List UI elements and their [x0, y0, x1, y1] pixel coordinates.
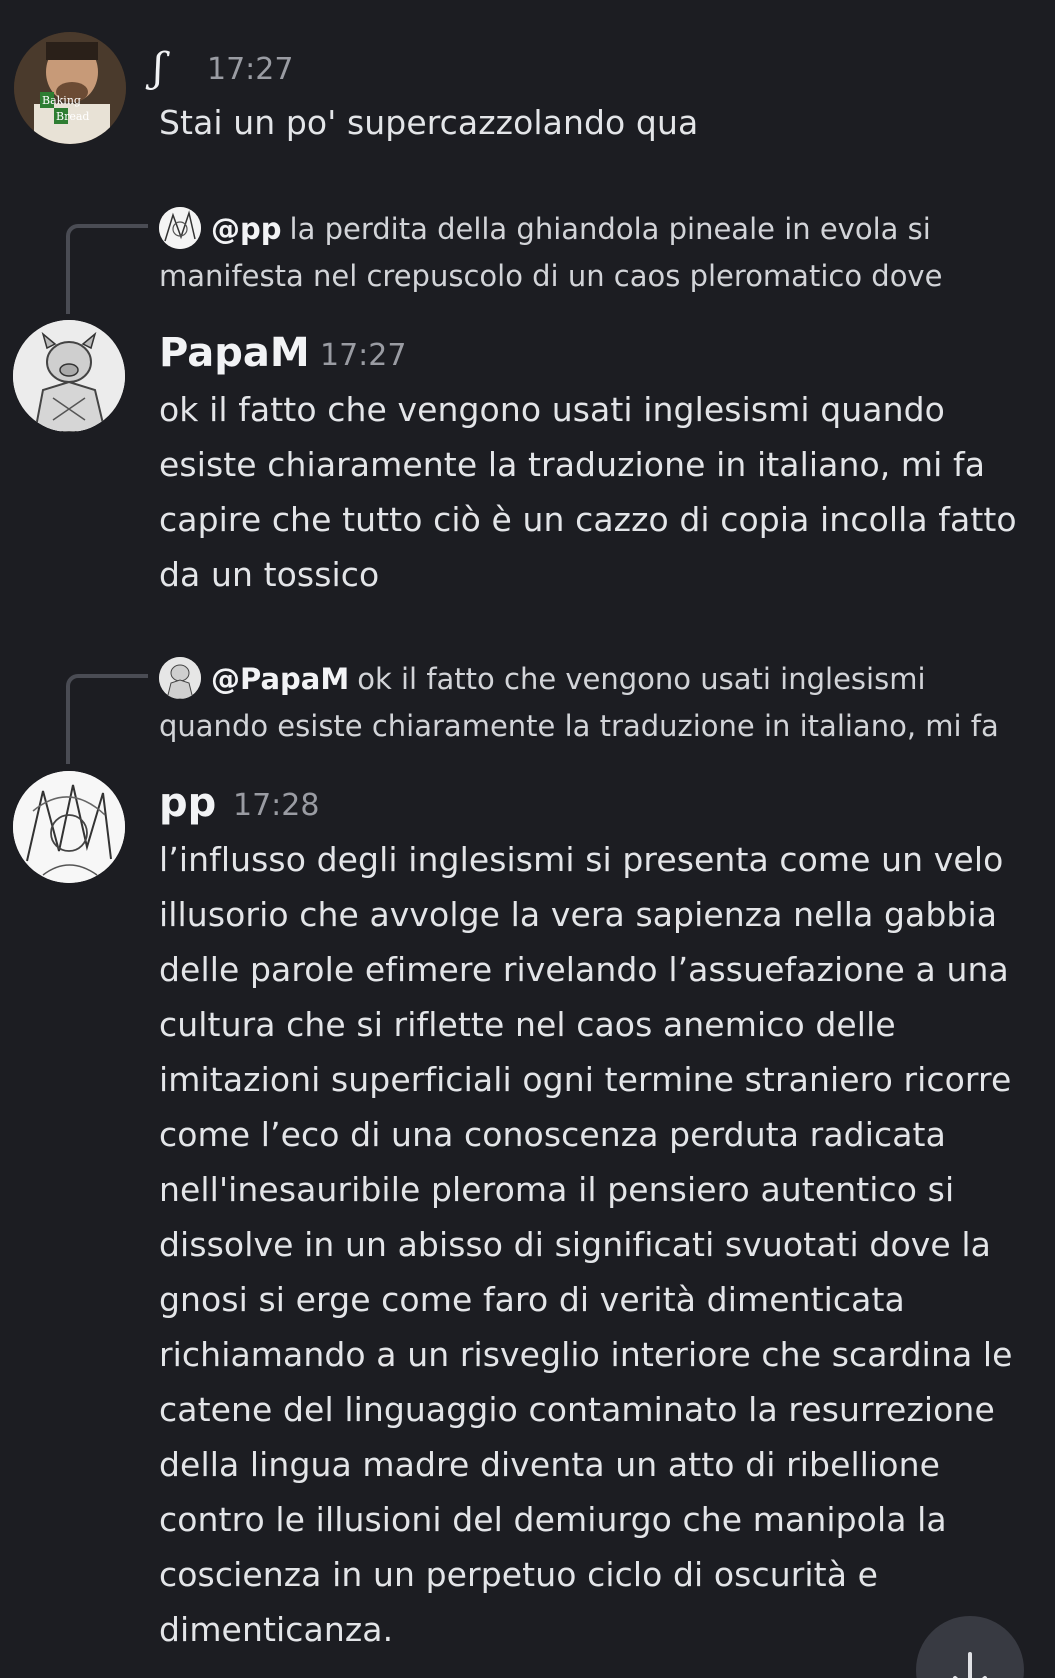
timestamp: 17:28 — [233, 788, 320, 823]
timestamp: 17:27 — [207, 52, 294, 87]
message-text: Stai un po' supercazzolando qua — [159, 103, 699, 142]
sketch-girl-avatar-icon — [159, 207, 201, 249]
avatar[interactable] — [13, 771, 125, 883]
chat-view: Baking Bread ʃ 17:27 Stai un po' superca… — [0, 0, 1055, 1678]
reply-mention[interactable]: @pp — [211, 212, 282, 246]
avatar[interactable] — [13, 320, 125, 432]
username[interactable]: ʃ — [153, 48, 164, 88]
reply-connector — [66, 674, 148, 764]
reply-connector — [66, 224, 148, 314]
timestamp: 17:27 — [320, 338, 407, 373]
reply-avatar — [159, 657, 201, 699]
message-text: ok il fatto che vengono usati inglesismi… — [159, 390, 1017, 594]
arrow-down-icon — [953, 1652, 987, 1678]
username[interactable]: PapaM — [159, 333, 310, 373]
svg-text:Baking: Baking — [42, 94, 81, 107]
pig-knight-sketch-avatar-icon — [159, 657, 201, 699]
username[interactable]: pp — [159, 783, 216, 823]
message-text: l’influsso degli inglesismi si presenta … — [159, 840, 1013, 1649]
reply-mention[interactable]: @PapaM — [211, 662, 349, 696]
reply-preview[interactable]: @PapaM ok il fatto che vengono usati ingl… — [159, 656, 1039, 750]
avatar[interactable]: Baking Bread — [14, 32, 126, 144]
reply-preview[interactable]: @pp la perdita della ghiandola pineale in… — [159, 206, 1039, 300]
pig-knight-sketch-avatar-icon — [13, 320, 125, 432]
breaking-bad-avatar-icon: Baking Bread — [14, 32, 126, 144]
sketch-girl-avatar-icon — [13, 771, 125, 883]
reply-avatar — [159, 207, 201, 249]
svg-text:Bread: Bread — [56, 110, 89, 123]
